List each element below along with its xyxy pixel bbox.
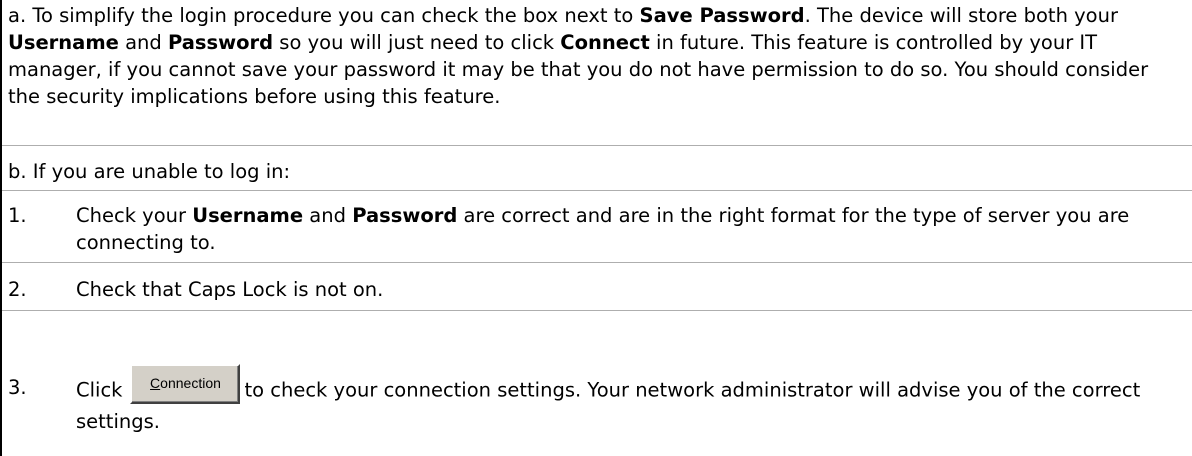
connection-button[interactable]: Connection xyxy=(130,364,241,404)
save-password-term: Save Password xyxy=(639,4,805,27)
separator-4 xyxy=(2,310,1192,311)
left-border-line xyxy=(0,0,2,456)
step-1-password-term: Password xyxy=(352,204,458,227)
step-1-text-a: Check your xyxy=(76,204,193,227)
para-a-text-3: and xyxy=(118,31,168,54)
para-a-text-1: a. To simplify the login procedure you c… xyxy=(8,4,640,27)
paragraph-a: a. To simplify the login procedure you c… xyxy=(8,2,1184,110)
step-3-number: 3. xyxy=(8,376,27,399)
step-1-username-term: Username xyxy=(192,204,304,227)
connect-term: Connect xyxy=(560,31,650,54)
step-3-text: Click Connection to check your connection … xyxy=(76,364,1184,435)
step-3-click-text: Click xyxy=(76,378,123,402)
step-1-number: 1. xyxy=(8,204,27,227)
step-1-text: Check your Username and Password are cor… xyxy=(76,202,1184,256)
username-term: Username xyxy=(8,31,119,54)
para-b-text: b. If you are unable to log in: xyxy=(8,160,291,183)
para-a-text-4: so you will just need to click xyxy=(273,31,561,54)
para-a-text-2: . The device will store both your xyxy=(804,4,1118,27)
step-1-text-b: and xyxy=(303,204,353,227)
step-2-number: 2. xyxy=(8,278,27,301)
separator-3 xyxy=(2,262,1192,263)
password-term: Password xyxy=(167,31,274,54)
separator-2 xyxy=(2,190,1192,191)
connection-button-label: onnection xyxy=(160,375,221,391)
connection-button-mnemonic: C xyxy=(150,375,161,391)
step-2-text-a: Check that Caps Lock is not on. xyxy=(76,278,384,301)
step-2-text: Check that Caps Lock is not on. xyxy=(76,276,1184,303)
separator-1 xyxy=(2,145,1192,146)
paragraph-b: b. If you are unable to log in: xyxy=(8,158,1184,185)
